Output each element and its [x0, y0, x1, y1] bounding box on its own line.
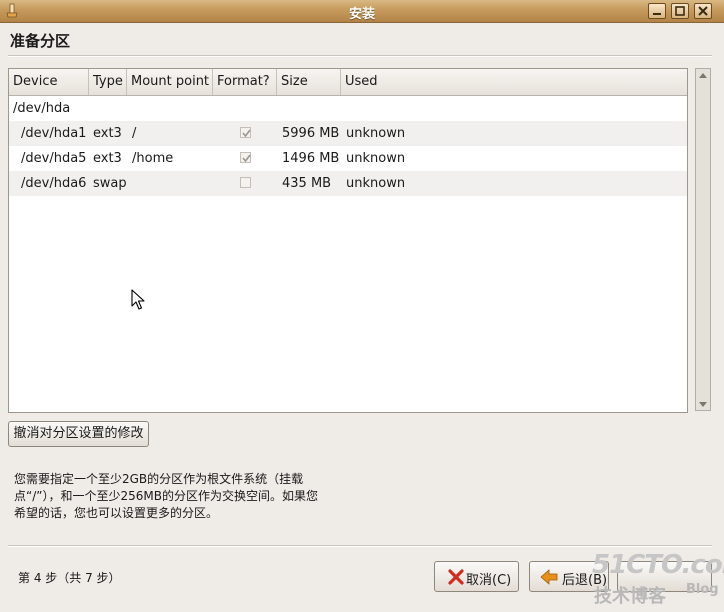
table-row[interactable]: /dev/hda5 ext3 /home 1496 MB unknown	[9, 146, 687, 171]
watermark-blog: Blog	[686, 582, 719, 597]
watermark: 51CTO.com 技术博客 Blog	[590, 548, 724, 608]
table-row[interactable]: /dev/hda1 ext3 / 5996 MB unknown	[9, 121, 687, 146]
partition-table[interactable]: Device Type Mount point Format? Size Use…	[8, 68, 688, 413]
table-header: Device Type Mount point Format? Size Use…	[9, 69, 687, 96]
window-titlebar[interactable]: 安装	[0, 0, 724, 23]
partition-mount-point: /	[132, 126, 137, 141]
partition-size: 5996 MB	[282, 126, 340, 141]
table-row-disk[interactable]: /dev/hda	[9, 96, 687, 121]
column-header-mount-point[interactable]: Mount point	[127, 69, 213, 95]
column-header-device[interactable]: Device	[9, 69, 89, 95]
maximize-icon	[675, 6, 685, 16]
format-checkbox[interactable]	[240, 177, 251, 188]
partition-size: 435 MB	[282, 176, 332, 191]
partition-type: ext3	[93, 151, 122, 166]
column-header-format[interactable]: Format?	[213, 69, 277, 95]
format-checkbox[interactable]	[240, 152, 251, 163]
cancel-label: 取消(C)	[466, 573, 512, 588]
table-scrollbar[interactable]	[695, 68, 711, 411]
partition-type: swap	[93, 176, 127, 191]
info-line: 点“/”），和一个至少256MB的分区作为交换空间。如果您	[14, 489, 318, 503]
cancel-button[interactable]: 取消(C)	[434, 561, 519, 592]
column-header-type[interactable]: Type	[89, 69, 127, 95]
minimize-button[interactable]	[648, 3, 666, 19]
maximize-button[interactable]	[671, 3, 689, 19]
undo-partition-changes-button[interactable]: 撤消对分区设置的修改	[8, 421, 149, 447]
format-checkbox[interactable]	[240, 127, 251, 138]
close-icon	[698, 6, 708, 16]
scroll-up-icon[interactable]	[699, 72, 707, 78]
minimize-icon	[653, 13, 661, 15]
footer-divider	[8, 545, 712, 547]
watermark-tagline: 技术博客	[594, 586, 666, 607]
partition-used: unknown	[346, 126, 406, 141]
checkmark-icon	[242, 129, 251, 138]
partition-requirements-text: 您需要指定一个至少2GB的分区作为根文件系统（挂载 点“/”），和一个至少256…	[14, 471, 364, 522]
partition-used: unknown	[346, 151, 406, 166]
partition-mount-point: /home	[132, 151, 174, 166]
partition-device: /dev/hda1	[21, 126, 87, 141]
info-line: 您需要指定一个至少2GB的分区作为根文件系统（挂载	[14, 472, 304, 486]
partition-device: /dev/hda5	[21, 151, 87, 166]
checkmark-icon	[242, 154, 251, 163]
back-arrow-icon	[540, 569, 558, 585]
partition-device: /dev/hda6	[21, 176, 87, 191]
cancel-icon	[448, 569, 464, 585]
partition-used: unknown	[346, 176, 406, 191]
mouse-cursor-icon	[131, 289, 145, 310]
step-indicator: 第 4 步（共 7 步）	[18, 571, 121, 585]
watermark-site: 51CTO.com	[592, 550, 724, 580]
heading-divider	[8, 55, 712, 57]
scroll-down-icon[interactable]	[699, 402, 707, 408]
disk-device: /dev/hda	[13, 101, 71, 116]
page-title: 准备分区	[10, 32, 71, 50]
column-header-used[interactable]: Used	[341, 69, 687, 95]
partition-size: 1496 MB	[282, 151, 340, 166]
window-title: 安装	[348, 7, 375, 22]
column-header-size[interactable]: Size	[277, 69, 341, 95]
close-button[interactable]	[694, 3, 712, 19]
info-line: 希望的话，您也可以设置更多的分区。	[14, 506, 219, 520]
table-row[interactable]: /dev/hda6 swap 435 MB unknown	[9, 171, 687, 196]
partition-type: ext3	[93, 126, 122, 141]
